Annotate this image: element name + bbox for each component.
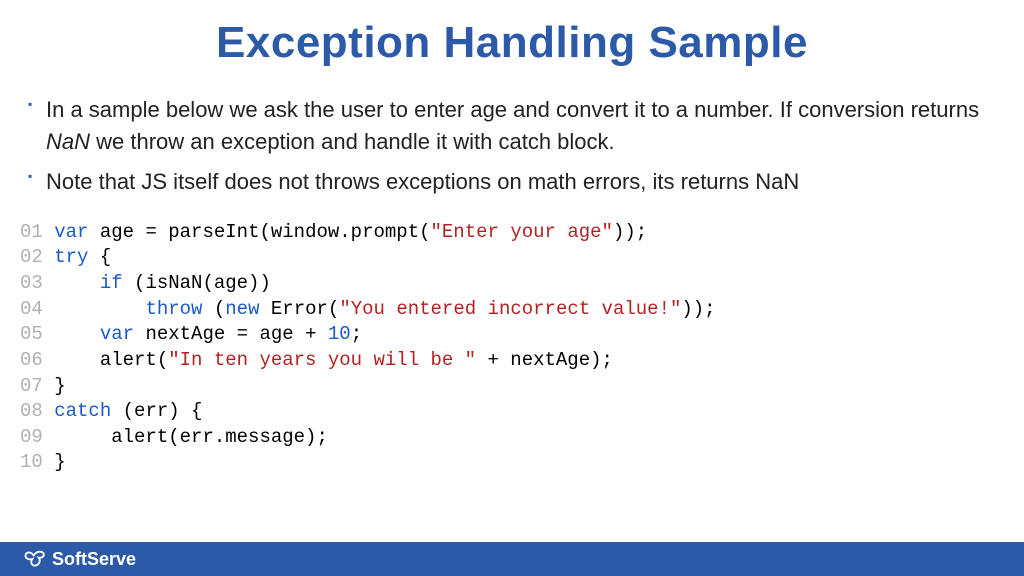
- brand-logo: SoftServe: [24, 548, 136, 570]
- slide-title: Exception Handling Sample: [28, 18, 996, 68]
- bullet-list: In a sample below we ask the user to ent…: [28, 94, 996, 206]
- bullet-item: In a sample below we ask the user to ent…: [28, 94, 996, 158]
- slide: Exception Handling Sample In a sample be…: [0, 0, 1024, 576]
- bullet-item: Note that JS itself does not throws exce…: [28, 166, 996, 198]
- code-block: 01 var age = parseInt(window.prompt("Ent…: [20, 220, 996, 476]
- footer-bar: SoftServe: [0, 542, 1024, 576]
- brand-name: SoftServe: [52, 549, 136, 570]
- brand-logo-icon: [24, 548, 46, 570]
